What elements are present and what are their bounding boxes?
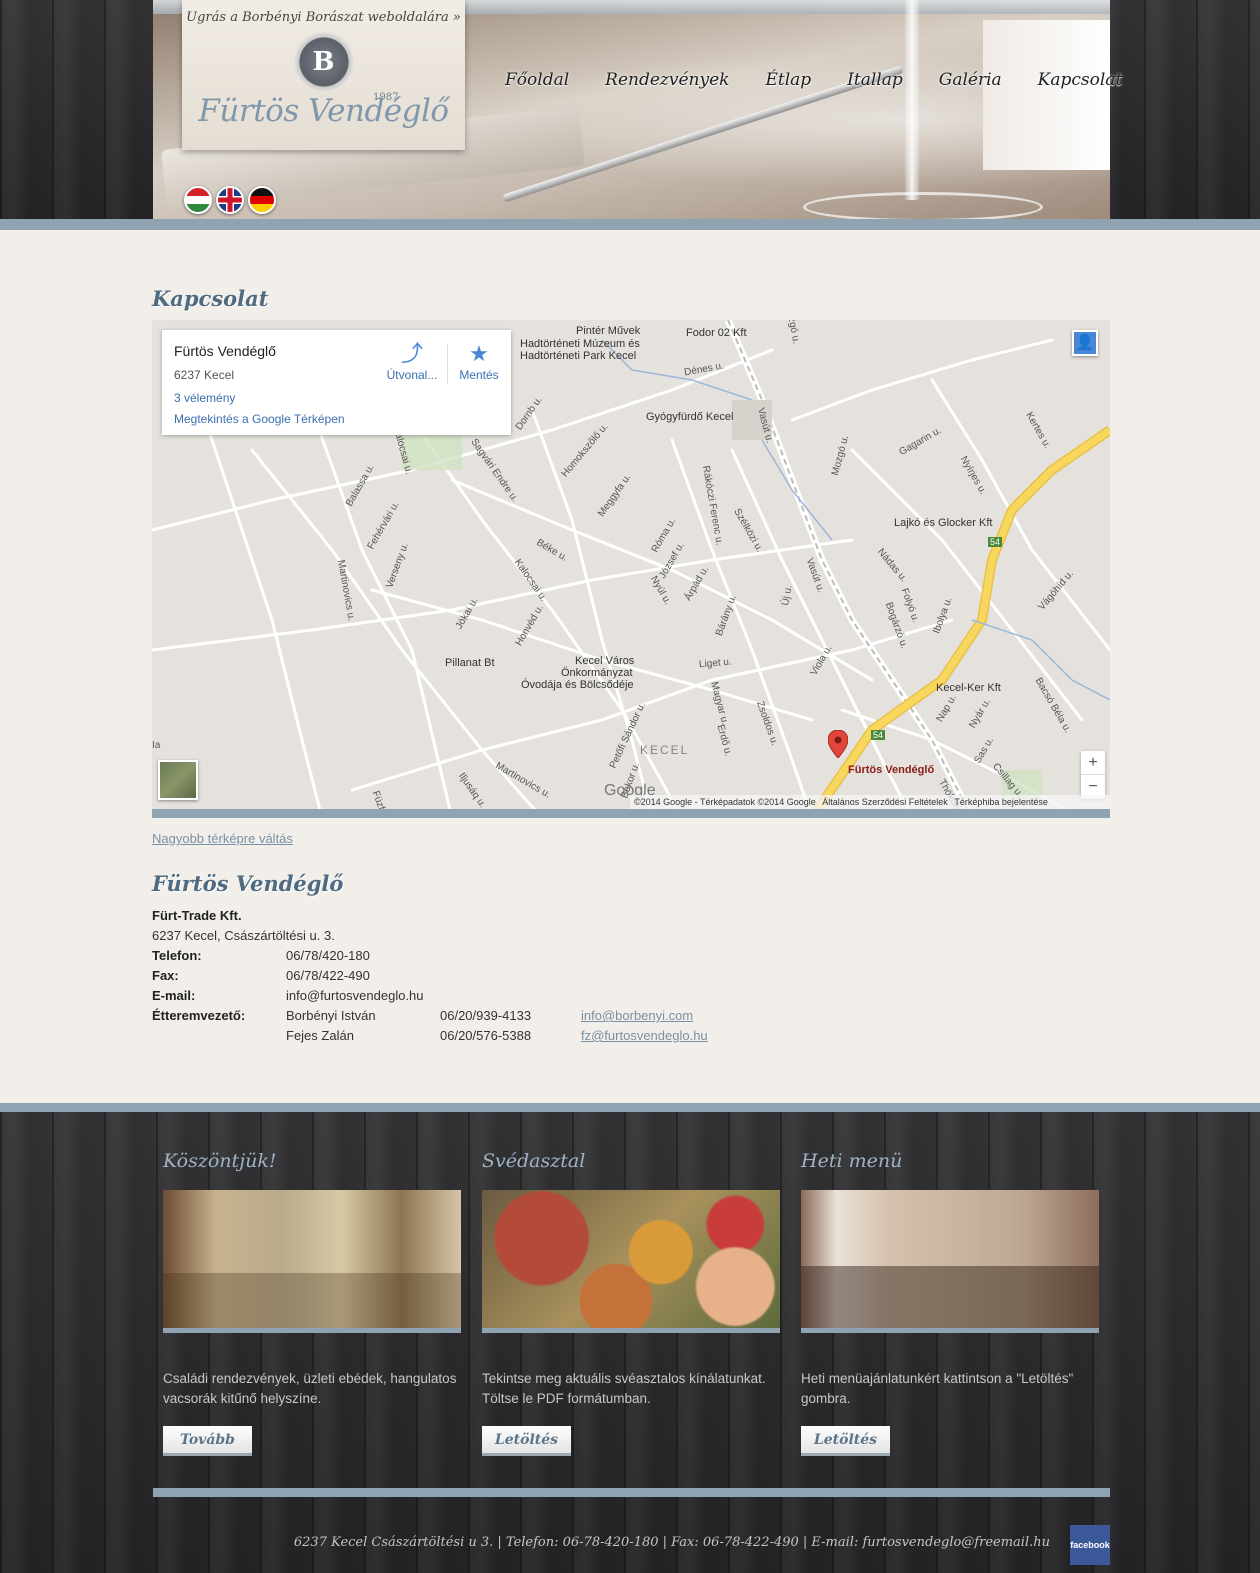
directions-button[interactable]: ⤴ Útvonal... [382,341,442,383]
directions-icon: ⤴ [400,341,423,366]
header-band [0,219,1260,230]
phone-label: Telefon: [152,948,202,963]
road-number-badge: 54 [988,537,1003,547]
manager-email-link[interactable]: fz@furtosvendeglo.hu [581,1026,708,1046]
info-title: Fürtös Vendéglő [152,871,344,896]
footer-contact-line: 6237 Kecel Császártöltési u 3. | Telefon… [293,1535,1050,1550]
column-title: Heti menü [801,1150,903,1172]
footer-column-buffet: Svédasztal Tekintse meg aktuális svéaszt… [482,1150,780,1456]
company-name: Fürt-Trade Kft. [152,908,242,923]
column-title: Köszöntjük! [163,1150,277,1172]
fax-label: Fax: [152,968,179,983]
footer-column-welcome: Köszöntjük! Családi rendezvények, üzleti… [163,1150,461,1456]
logo-year: 1987 [373,92,399,103]
map-poi[interactable]: Hadtörténeti Múzeum és [520,338,640,350]
flag-hungarian-icon[interactable] [184,186,212,214]
map-poi[interactable]: Kecel Város [575,655,634,667]
download-buffet-button[interactable]: Letöltés [482,1426,571,1456]
nav-item-itallap[interactable]: Itallap [847,70,903,90]
larger-map-link[interactable]: Nagyobb térképre váltás [152,831,293,846]
company-address: 6237 Kecel, Császártöltési u. 3. [152,928,335,943]
footer-top-band [0,1103,1260,1112]
zoom-control: + − [1081,751,1105,799]
nav-item-kapcsolat[interactable]: Kapcsolat [1038,70,1123,90]
save-label: Mentés [459,368,499,382]
map-marker-label[interactable]: Fürtös Vendéglő [848,764,934,776]
manager-phone: 06/20/939-4133 [440,1008,532,1023]
contact-info: Fürt-Trade Kft. 6237 Kecel, Császártölté… [152,906,852,1046]
column-title: Svédasztal [482,1150,586,1172]
town-label: KECEL [640,743,690,757]
site-header: Ugrás a Borbényi Borászat weboldalára » … [0,0,1260,230]
download-menu-button[interactable]: Letöltés [801,1426,890,1456]
email-label: E-mail: [152,988,196,1003]
map-poi[interactable]: Gyógyfürdő Kecel [646,411,733,423]
zoom-in-button[interactable]: + [1081,751,1105,775]
restaurant-interior-photo [163,1190,461,1333]
map-marker-icon[interactable] [828,730,848,758]
logo-letter: B [312,47,335,77]
manager-name: Borbényi István [286,1008,376,1023]
map-poi[interactable]: Önkormányzat [561,667,633,679]
place-address: 6237 Kecel [174,368,235,382]
directions-label: Útvonal... [386,368,438,382]
nav-item-etlap[interactable]: Étlap [765,70,811,90]
facebook-icon[interactable]: facebook [1070,1525,1110,1565]
nav-item-fooldal[interactable]: Főoldal [505,70,569,90]
dining-room-photo [801,1190,1099,1333]
logo[interactable]: Ugrás a Borbényi Borászat weboldalára » … [182,0,465,150]
place-name: Fürtös Vendéglő [174,343,276,359]
street-view-pegman-icon[interactable]: 👤 [1072,330,1098,356]
flag-german-icon[interactable] [248,186,276,214]
map-poi[interactable]: Pillanat Bt [445,657,495,669]
logo-name: Fürtös Vendéglő [198,93,449,129]
footer-column-weekly-menu: Heti menü Heti menüajánlatunkért kattint… [801,1150,1099,1456]
manager-name: Fejes Zalán [286,1028,354,1043]
map-poi[interactable]: Fodor 02 Kft [686,327,747,339]
map-report-link[interactable]: Térképhiba bejelentése [954,797,1048,807]
flag-english-icon[interactable] [216,186,244,214]
column-text: Heti menüajánlatunkért kattintson a "Let… [801,1371,1074,1406]
map-poi[interactable]: Pintér Művek [576,325,640,337]
google-map[interactable]: Pintér Művek Fodor 02 Kft Hadtörténeti M… [152,320,1110,818]
map-poi[interactable]: Óvodája és Bölcsődéje [521,679,634,691]
map-terms-link[interactable]: Általános Szerződési Feltételek [822,797,948,807]
star-icon: ★ [469,341,489,366]
nav-item-galeria[interactable]: Galéria [939,70,1002,90]
map-attribution: ©2014 Google - Térképadatok ©2014 Google… [630,795,1110,809]
reviews-link[interactable]: 3 vélemény [174,391,235,405]
manager-phone: 06/20/576-5388 [440,1028,532,1043]
road-number-badge: 54 [871,730,886,740]
view-on-google-maps-link[interactable]: Megtekintés a Google Térképen [174,412,345,426]
winery-link[interactable]: Ugrás a Borbényi Borászat weboldalára » [182,10,465,25]
logo-emblem-icon: B [292,31,355,93]
managers-label: Étteremvezető: [152,1008,246,1023]
buffet-food-photo [482,1190,780,1333]
column-text: Tekintse meg aktuális svéasztalos kínála… [482,1371,766,1406]
manager-email-link[interactable]: info@borbenyi.com [581,1006,693,1026]
phone-value: 06/78/420-180 [286,948,370,963]
satellite-toggle-button[interactable] [158,760,198,800]
footer-divider [153,1488,1110,1497]
map-poi[interactable]: Hadtörténeti Park Kecel [520,350,636,362]
main-nav: Főoldal Rendezvények Étlap Itallap Galér… [505,70,1122,90]
email-value: info@furtosvendeglo.hu [286,988,424,1003]
language-switcher [184,186,276,214]
street-label: Ia [152,740,161,751]
card-divider [447,344,448,384]
map-poi[interactable]: Kecel-Ker Kft [936,682,1001,694]
map-place-card: Fürtös Vendéglő 6237 Kecel 3 vélemény Me… [162,330,511,435]
nav-item-rendezvenyek[interactable]: Rendezvények [605,70,729,90]
site-footer: Köszöntjük! Családi rendezvények, üzleti… [0,1103,1260,1573]
save-button[interactable]: ★ Mentés [454,341,504,383]
page-title: Kapcsolat [152,286,269,311]
fax-value: 06/78/422-490 [286,968,370,983]
map-copyright: ©2014 Google - Térképadatok ©2014 Google [634,797,816,807]
more-button[interactable]: Tovább [163,1426,252,1456]
column-text: Családi rendezvények, üzleti ebédek, han… [163,1371,457,1406]
map-poi[interactable]: Lajkó és Glocker Kft [894,517,992,529]
